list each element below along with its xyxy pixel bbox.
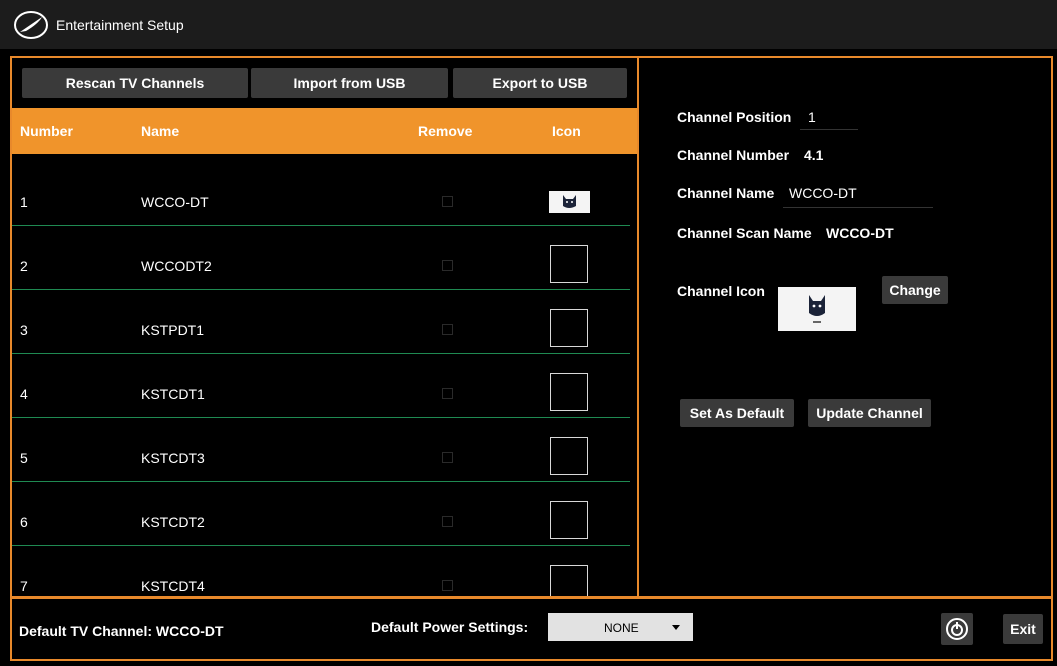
column-header-icon: Icon bbox=[552, 123, 581, 139]
vertical-divider bbox=[637, 56, 639, 599]
table-row[interactable]: 3 KSTPDT1 bbox=[12, 290, 637, 354]
power-button[interactable] bbox=[941, 613, 973, 645]
channel-position-underline bbox=[800, 129, 858, 130]
default-power-settings-label: Default Power Settings: bbox=[371, 619, 529, 635]
channel-number: 4 bbox=[20, 386, 28, 402]
column-header-remove: Remove bbox=[418, 123, 473, 139]
channel-icon-slot[interactable] bbox=[550, 565, 588, 596]
channel-icon-slot[interactable] bbox=[550, 245, 588, 283]
column-header-number: Number bbox=[20, 123, 73, 139]
table-row[interactable]: 2 WCCODT2 bbox=[12, 226, 637, 290]
channel-name: KSTCDT4 bbox=[141, 578, 205, 594]
channel-name: KSTCDT3 bbox=[141, 450, 205, 466]
channel-number: 5 bbox=[20, 450, 28, 466]
remove-checkbox[interactable] bbox=[442, 452, 453, 463]
footer-divider bbox=[10, 596, 1053, 599]
channel-icon-label: Channel Icon bbox=[677, 283, 765, 299]
channel-position-field[interactable]: 1 bbox=[808, 109, 816, 125]
channel-number-label: Channel Number bbox=[677, 147, 790, 163]
channel-name: KSTPDT1 bbox=[141, 322, 205, 338]
channel-number: 2 bbox=[20, 258, 28, 274]
cat-logo-icon[interactable] bbox=[549, 191, 590, 213]
set-as-default-button[interactable]: Set As Default bbox=[680, 399, 794, 427]
remove-checkbox[interactable] bbox=[442, 516, 453, 527]
power-icon bbox=[946, 618, 968, 640]
app-logo-icon bbox=[14, 11, 48, 39]
app-title: Entertainment Setup bbox=[56, 17, 184, 33]
column-header-name: Name bbox=[141, 123, 180, 139]
channel-name-underline bbox=[783, 207, 933, 208]
power-settings-dropdown[interactable]: NONE bbox=[548, 613, 693, 641]
channel-number: 3 bbox=[20, 322, 28, 338]
default-tv-channel-text: Default TV Channel: WCCO-DT bbox=[19, 623, 224, 639]
channel-icon-preview bbox=[778, 287, 856, 331]
export-to-usb-button[interactable]: Export to USB bbox=[453, 68, 627, 98]
channel-number: 1 bbox=[20, 194, 28, 210]
channel-name: WCCODT2 bbox=[141, 258, 212, 274]
table-header: Number Name Remove Icon bbox=[12, 108, 637, 154]
chevron-down-icon bbox=[672, 625, 680, 630]
channel-position-label: Channel Position bbox=[677, 109, 792, 125]
power-settings-value: NONE bbox=[604, 621, 639, 635]
table-row[interactable]: 4 KSTCDT1 bbox=[12, 354, 637, 418]
rescan-tv-channels-button[interactable]: Rescan TV Channels bbox=[22, 68, 248, 98]
table-row[interactable]: 5 KSTCDT3 bbox=[12, 418, 637, 482]
remove-checkbox[interactable] bbox=[442, 196, 453, 207]
remove-checkbox[interactable] bbox=[442, 324, 453, 335]
channel-name: WCCO-DT bbox=[141, 194, 209, 210]
table-row[interactable]: 7 KSTCDT4 bbox=[12, 546, 637, 596]
table-row[interactable]: 6 KSTCDT2 bbox=[12, 482, 637, 546]
channel-scan-name-value: WCCO-DT bbox=[826, 225, 894, 241]
channel-name-label: Channel Name bbox=[677, 185, 775, 201]
channel-icon-slot[interactable] bbox=[550, 437, 588, 475]
remove-checkbox[interactable] bbox=[442, 388, 453, 399]
remove-checkbox[interactable] bbox=[442, 260, 453, 271]
import-from-usb-button[interactable]: Import from USB bbox=[251, 68, 448, 98]
channel-name: KSTCDT2 bbox=[141, 514, 205, 530]
channel-scan-name-label: Channel Scan Name bbox=[677, 225, 812, 241]
channel-name-field[interactable]: WCCO-DT bbox=[789, 185, 857, 201]
channel-number-value: 4.1 bbox=[804, 147, 824, 163]
change-icon-button[interactable]: Change bbox=[882, 276, 948, 304]
remove-checkbox[interactable] bbox=[442, 580, 453, 591]
channel-name: KSTCDT1 bbox=[141, 386, 205, 402]
channel-icon-slot[interactable] bbox=[550, 309, 588, 347]
channel-number: 7 bbox=[20, 578, 28, 594]
table-row[interactable]: 1 WCCO-DT bbox=[12, 162, 637, 226]
channel-icon-slot[interactable] bbox=[550, 373, 588, 411]
title-bar: Entertainment Setup bbox=[0, 0, 1057, 49]
update-channel-button[interactable]: Update Channel bbox=[808, 399, 931, 427]
channel-number: 6 bbox=[20, 514, 28, 530]
channel-icon-slot[interactable] bbox=[550, 501, 588, 539]
channel-list-panel: Rescan TV Channels Import from USB Expor… bbox=[12, 58, 637, 596]
exit-button[interactable]: Exit bbox=[1003, 614, 1043, 644]
